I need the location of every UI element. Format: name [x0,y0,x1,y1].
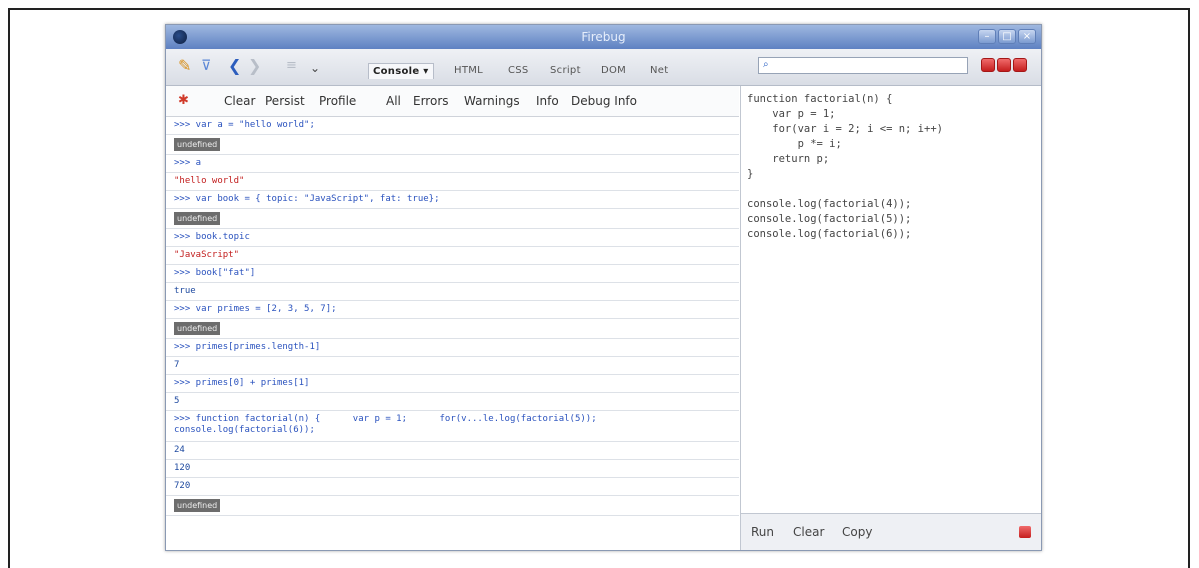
detach-firebug-icon[interactable] [997,58,1011,72]
filter-errors[interactable]: Errors [413,94,449,108]
editor-bottom-bar: Run Clear Copy [741,513,1041,550]
console-result-row: 5 [166,393,739,411]
close-window-icon[interactable]: × [1018,29,1036,44]
clear-editor-button[interactable]: Clear [793,525,824,539]
maximize-window-icon[interactable]: □ [998,29,1016,44]
console-input-line: console.log(factorial(6)); [174,425,315,435]
console-input-row: >>> a [166,155,739,173]
undefined-badge: undefined [174,322,221,335]
search-icon: ⌕ [763,59,769,70]
forward-arrow-icon[interactable]: ❯ [248,58,261,74]
command-editor[interactable]: function factorial(n) { var p = 1; for(v… [747,92,943,242]
console-filter-bar: ✱ Clear Persist Profile All Errors Warni… [166,86,739,117]
run-button[interactable]: Run [751,525,774,539]
filter-debug-info[interactable]: Debug Info [571,94,637,108]
filter-info[interactable]: Info [536,94,559,108]
back-arrow-icon[interactable]: ❮ [228,58,241,74]
main-toolbar: ✎ ⊽ ❮ ❯ ≡ ⌄ Console ▾ HTML CSS Script DO… [166,49,1041,86]
minimize-window-icon[interactable]: – [978,29,996,44]
console-result-row: "hello world" [166,173,739,191]
console-panel: ✱ Clear Persist Profile All Errors Warni… [166,86,739,550]
console-output: >>> var a = "hello world"; undefined >>>… [166,117,739,516]
tab-html[interactable]: HTML [454,65,483,76]
close-editor-icon[interactable] [1019,526,1031,538]
console-result-row: undefined [166,496,739,516]
console-result-row: undefined [166,319,739,339]
tab-console[interactable]: Console ▾ [368,63,434,79]
console-result-row: 7 [166,357,739,375]
firebug-menu-icon[interactable]: ✎ [178,58,191,74]
tab-dom[interactable]: DOM [601,65,626,76]
console-result-row: undefined [166,135,739,155]
clear-button[interactable]: Clear [224,94,255,108]
undefined-badge: undefined [174,499,221,512]
inspect-icon[interactable]: ⊽ [201,58,211,74]
console-result-row: undefined [166,209,739,229]
filter-all[interactable]: All [386,94,401,108]
minimize-firebug-icon[interactable] [981,58,995,72]
console-result-row: "JavaScript" [166,247,739,265]
console-input-row: >>> book["fat"] [166,265,739,283]
persist-button[interactable]: Persist [265,94,305,108]
console-input-line: >>> function factorial(n) { var p = 1; f… [174,414,597,424]
tab-css[interactable]: CSS [508,65,529,76]
console-input-row: >>> var a = "hello world"; [166,117,739,135]
title-bar: Firebug – □ × [166,25,1041,49]
panel-list-icon[interactable]: ≡ [286,58,297,74]
undefined-badge: undefined [174,212,221,225]
command-editor-panel: function factorial(n) { var p = 1; for(v… [740,86,1041,550]
undefined-badge: undefined [174,138,221,151]
search-input[interactable]: ⌕ [758,57,968,74]
console-result-row: 24 [166,442,739,460]
console-input-row: >>> primes[0] + primes[1] [166,375,739,393]
console-result-row: 720 [166,478,739,496]
console-input-row: >>> primes[primes.length-1] [166,339,739,357]
console-input-row: >>> function factorial(n) { var p = 1; f… [166,411,739,442]
console-input-row: >>> var primes = [2, 3, 5, 7]; [166,301,739,319]
firebug-window: Firebug – □ × ✎ ⊽ ❮ ❯ ≡ ⌄ Console ▾ HTML… [165,24,1042,551]
console-input-row: >>> book.topic [166,229,739,247]
tab-net[interactable]: Net [650,65,668,76]
console-result-row: true [166,283,739,301]
tab-script[interactable]: Script [550,65,581,76]
profile-button[interactable]: Profile [319,94,356,108]
copy-button[interactable]: Copy [842,525,872,539]
window-title: Firebug [581,30,626,44]
console-input-row: >>> var book = { topic: "JavaScript", fa… [166,191,739,209]
close-firebug-icon[interactable] [1013,58,1027,72]
bug-icon[interactable]: ✱ [178,93,189,108]
console-result-row: 120 [166,460,739,478]
filter-warnings[interactable]: Warnings [464,94,520,108]
chevron-down-icon[interactable]: ⌄ [310,60,320,76]
